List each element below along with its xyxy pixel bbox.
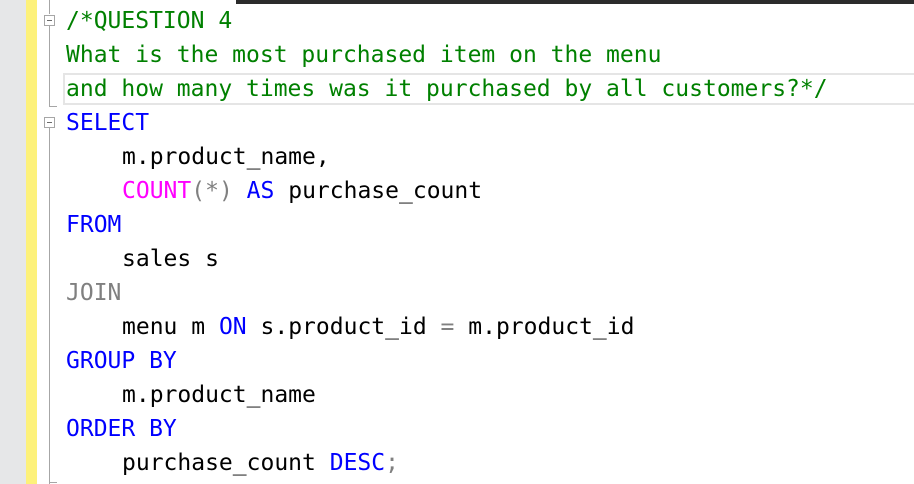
column-alias: purchase_count: [288, 178, 483, 204]
code-line-12[interactable]: m.product_name: [66, 378, 828, 412]
selection-margin[interactable]: [0, 0, 26, 484]
on-keyword: ON: [218, 314, 247, 340]
code-line-2[interactable]: What is the most purchased item on the m…: [66, 38, 828, 72]
select-keyword: SELECT: [66, 110, 150, 136]
change-tracking-bar: [26, 0, 37, 484]
count-args: (*): [191, 178, 233, 204]
comment-text: and how many times was it purchased by a…: [66, 76, 828, 102]
code-line-5[interactable]: m.product_name,: [66, 140, 828, 174]
group-column: m.product_name: [122, 382, 316, 408]
code-line-8[interactable]: sales s: [66, 242, 828, 276]
code-line-11[interactable]: GROUP BY: [66, 344, 828, 378]
code-line-1[interactable]: /*QUESTION 4: [66, 4, 828, 38]
collapse-comment-icon[interactable]: [44, 15, 55, 26]
outline-connector: [49, 0, 50, 14]
count-function: COUNT: [122, 178, 192, 204]
on-right-column: m.product_id: [468, 314, 635, 340]
select-column: m.product_name,: [122, 144, 330, 170]
code-line-3[interactable]: and how many times was it purchased by a…: [66, 72, 828, 106]
outline-end-marker: [49, 482, 57, 483]
as-keyword: AS: [246, 178, 275, 204]
code-line-9[interactable]: JOIN: [66, 276, 828, 310]
code-line-7[interactable]: FROM: [66, 208, 828, 242]
collapse-select-icon[interactable]: [44, 117, 55, 128]
order-by-keyword: ORDER BY: [66, 416, 177, 442]
group-by-keyword: GROUP BY: [66, 348, 177, 374]
on-left-column: s.product_id: [260, 314, 427, 340]
desc-keyword: DESC: [329, 450, 386, 476]
code-line-4[interactable]: SELECT: [66, 106, 828, 140]
order-column: purchase_count: [122, 450, 316, 476]
join-table: menu m: [122, 314, 206, 340]
comment-text: /*QUESTION 4: [66, 8, 233, 34]
from-keyword: FROM: [66, 212, 122, 238]
equals-operator: =: [440, 314, 455, 340]
code-line-13[interactable]: ORDER BY: [66, 412, 828, 446]
outlining-gutter: [37, 0, 63, 484]
outline-connector: [49, 128, 50, 484]
semicolon: ;: [385, 450, 399, 476]
code-line-10[interactable]: menu m ON s.product_id = m.product_id: [66, 310, 828, 344]
sql-editor[interactable]: /*QUESTION 4 What is the most purchased …: [66, 4, 828, 480]
join-keyword: JOIN: [66, 280, 122, 306]
outline-connector: [49, 26, 50, 106]
comment-text: What is the most purchased item on the m…: [66, 42, 662, 68]
outline-end-marker: [49, 106, 57, 107]
code-line-14[interactable]: purchase_count DESC;: [66, 446, 828, 480]
from-table: sales s: [122, 246, 219, 272]
code-line-6[interactable]: COUNT(*) AS purchase_count: [66, 174, 828, 208]
